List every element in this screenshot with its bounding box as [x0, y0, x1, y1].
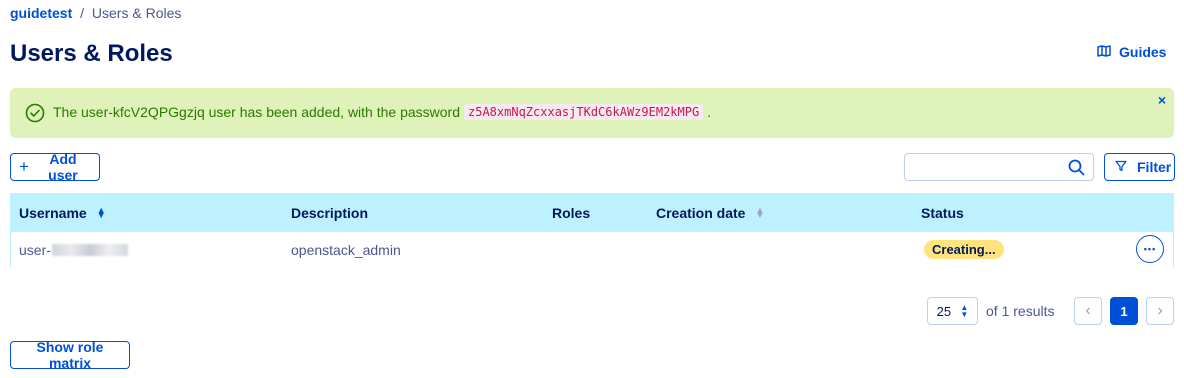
search-icon[interactable]: [1068, 159, 1085, 181]
breadcrumb-separator: /: [80, 5, 85, 21]
sort-icon: ▲ ▼: [96, 205, 106, 220]
column-status-label: Status: [921, 205, 964, 221]
results-count: of 1 results: [986, 303, 1055, 319]
filter-icon: [1115, 159, 1127, 175]
breadcrumb-project-link[interactable]: guidetest: [10, 5, 72, 21]
ellipsis-icon: •••: [1143, 244, 1157, 254]
column-username-label: Username: [19, 205, 87, 221]
breadcrumb: guidetest / Users & Roles: [10, 5, 181, 21]
page-title: Users & Roles: [10, 40, 173, 67]
page-1-button[interactable]: 1: [1110, 297, 1138, 325]
cell-username: user-: [19, 242, 128, 258]
show-role-matrix-button[interactable]: Show role matrix: [10, 339, 130, 371]
row-actions-button[interactable]: •••: [1136, 235, 1164, 263]
status-badge: Creating...: [924, 240, 1004, 259]
close-icon[interactable]: ×: [1158, 92, 1166, 108]
sort-icon: ▲ ▼: [755, 205, 765, 220]
column-description: Description: [291, 205, 368, 221]
add-user-button[interactable]: + Add user: [10, 151, 100, 183]
add-user-label: Add user: [48, 151, 78, 183]
table-row: user- openstack_admin Creating... •••: [11, 232, 1173, 268]
next-page-button[interactable]: ›: [1146, 297, 1174, 325]
alert-message: The user-kfcV2QPGgzjq user has been adde…: [53, 104, 711, 120]
column-roles-label: Roles: [552, 205, 591, 221]
previous-page-button[interactable]: ‹: [1074, 297, 1102, 325]
breadcrumb-current: Users & Roles: [91, 5, 182, 21]
column-description-label: Description: [291, 205, 369, 221]
guides-label: Guides: [1119, 44, 1167, 60]
column-roles: Roles: [552, 205, 590, 221]
plus-icon: +: [19, 157, 29, 176]
username-prefix: user-: [19, 242, 51, 258]
alert-text-before: The user-kfcV2QPGgzjq user has been adde…: [53, 104, 460, 120]
search-box: [904, 153, 1094, 181]
filter-button[interactable]: Filter: [1104, 153, 1175, 181]
page-size-select[interactable]: 25 ▲ ▼: [927, 297, 978, 325]
success-alert: The user-kfcV2QPGgzjq user has been adde…: [10, 88, 1174, 138]
guides-link[interactable]: Guides: [1097, 44, 1166, 60]
cell-description: openstack_admin: [291, 242, 401, 258]
page-size-value: 25: [936, 303, 952, 319]
book-icon: [1097, 44, 1111, 60]
redacted-username: [51, 244, 128, 256]
filter-label: Filter: [1137, 159, 1172, 175]
chevron-left-icon: ‹: [1085, 302, 1091, 319]
chevron-right-icon: ›: [1157, 302, 1163, 319]
users-table: Username ▲ ▼ Description Roles Creation d…: [10, 193, 1174, 268]
column-username[interactable]: Username ▲ ▼: [19, 205, 106, 221]
column-status: Status: [921, 205, 964, 221]
table-header: Username ▲ ▼ Description Roles Creation d…: [11, 194, 1173, 232]
chevron-up-down-icon: ▲ ▼: [960, 303, 969, 319]
alert-text-after: .: [707, 104, 712, 120]
check-circle-icon: [25, 103, 45, 123]
column-creation-date[interactable]: Creation date ▲ ▼: [656, 205, 764, 221]
search-input[interactable]: [911, 155, 1065, 181]
generated-password: z5A8xmNqZcxxasjTKdC6kAWz9EM2kMPG: [464, 104, 704, 120]
column-creation-date-label: Creation date: [656, 205, 746, 221]
